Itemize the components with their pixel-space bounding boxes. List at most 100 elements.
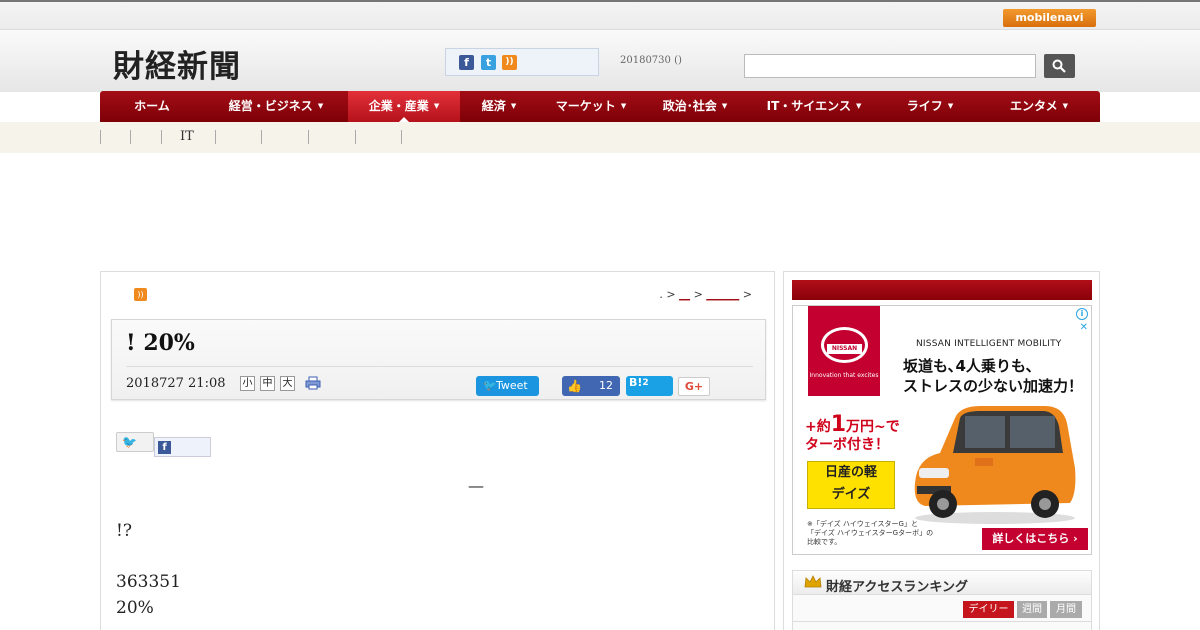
ad-price: +約1万円~で ターボ付き！ <box>805 414 900 454</box>
search-input[interactable] <box>744 54 1036 78</box>
nav-item-market[interactable]: マーケット ▼ <box>538 91 644 122</box>
article-paragraph: 20% <box>116 598 154 618</box>
caret-down-icon: ▼ <box>433 102 440 110</box>
tweet-button[interactable]: 🐦 Tweet <box>476 376 539 396</box>
facebook-icon: f <box>158 441 171 454</box>
nav-label: マーケット <box>555 99 616 113</box>
article-separator: — <box>468 476 484 495</box>
twitter-icon: 🐦 <box>483 379 497 392</box>
ad-headline: 坂道も､4人乗りも､ ストレスの少ない加速力！ <box>903 356 1083 396</box>
hatena-count: 2 <box>642 378 649 388</box>
facebook-like-button[interactable]: 👍 12 <box>562 376 620 396</box>
ad-footnote: ※「デイズ ハイウェイスターG」と 「デイズ ハイウェイスターGターボ」の 比較… <box>807 520 933 547</box>
top-strip: mobilenavi <box>0 0 1200 30</box>
nav-label: 政治･社会 <box>662 99 717 113</box>
subnav-divider <box>401 130 402 144</box>
advertisement[interactable]: NISSAN Innovation that excites i ✕ NISSA… <box>792 305 1092 555</box>
subnav-item[interactable] <box>100 130 119 144</box>
facebook-icon[interactable]: f <box>459 55 474 70</box>
article-paragraph: 363351 <box>116 572 181 592</box>
hatena-bookmark-button[interactable]: B!2 <box>626 376 673 396</box>
breadcrumb-link[interactable]: ______ <box>706 288 739 301</box>
subnav-item[interactable] <box>130 130 149 144</box>
thumbs-up-icon: 👍 <box>567 379 582 393</box>
font-size-large-button[interactable]: 大 <box>280 376 295 391</box>
nav-item-economy[interactable]: 経済 ▼ <box>460 91 538 122</box>
search-button[interactable] <box>1044 54 1075 78</box>
subnav-item[interactable] <box>308 130 327 144</box>
ad-price-text: ターボ付き！ <box>805 437 889 453</box>
tweet-label: Tweet <box>496 379 528 392</box>
ad-model-line: デイズ <box>831 487 871 502</box>
nav-item-it-science[interactable]: IT・サイエンス ▼ <box>746 91 882 122</box>
tab-monthly[interactable]: 月間 <box>1050 601 1082 618</box>
nav-item-entame[interactable]: エンタメ ▼ <box>978 91 1100 122</box>
site-logo[interactable]: 財経新聞 <box>113 41 241 86</box>
ad-brandline: NISSAN INTELLIGENT MOBILITY <box>916 339 1062 349</box>
ranking-header: 財経アクセスランキング <box>793 571 1091 595</box>
ad-price-number: 1 <box>830 412 847 437</box>
divider <box>126 366 753 367</box>
ad-slogan: Innovation that excites <box>809 372 879 379</box>
nav-label: 企業・産業 <box>368 99 429 113</box>
subnav-item[interactable] <box>261 130 280 144</box>
tab-weekly[interactable]: 週間 <box>1017 601 1047 618</box>
search-icon <box>1052 59 1066 73</box>
nav-item-life[interactable]: ライフ ▼ <box>882 91 978 122</box>
rss-icon[interactable]: )) <box>502 55 517 70</box>
like-count: 12 <box>599 379 613 392</box>
ad-brand-panel: NISSAN Innovation that excites <box>808 306 880 396</box>
caret-down-icon: ▼ <box>620 102 627 110</box>
nav-item-industry[interactable]: 企業・産業 ▼ <box>348 91 460 122</box>
ad-cta-button[interactable]: 詳しくはこちら › <box>982 528 1088 550</box>
nav-label: 経営・ビジネス <box>228 99 313 113</box>
print-icon[interactable] <box>305 376 321 390</box>
sub-nav: IT <box>0 122 1200 153</box>
rss-icon[interactable]: )) <box>134 288 147 301</box>
breadcrumb: . > __ > ______ > <box>659 288 752 301</box>
hatena-label: B! <box>629 376 643 389</box>
font-size-medium-button[interactable]: 中 <box>260 376 275 391</box>
breadcrumb-separator: > <box>693 288 703 301</box>
crown-icon <box>804 575 822 588</box>
ad-footnote-line: 「デイズ ハイウェイスターGターボ」の <box>807 529 934 537</box>
caret-down-icon: ▼ <box>855 102 862 110</box>
car-image <box>914 406 1076 524</box>
breadcrumb-link[interactable]: __ <box>679 288 690 301</box>
twitter-icon: 🐦 <box>122 435 137 449</box>
breadcrumb-separator: > <box>742 288 752 301</box>
social-links: f t )) <box>445 48 599 76</box>
sidebar: NISSAN Innovation that excites i ✕ NISSA… <box>783 271 1100 630</box>
sidebar-header-bar <box>792 280 1092 300</box>
tab-daily[interactable]: デイリー <box>963 601 1014 618</box>
nav-item-politics[interactable]: 政治･社会 ▼ <box>644 91 746 122</box>
nav-label: 経済 <box>481 99 506 113</box>
google-plus-button[interactable]: G+ <box>678 377 710 396</box>
subnav-item-it[interactable]: IT <box>161 130 194 144</box>
ad-footnote-line: ※「デイズ ハイウェイスターG」と <box>807 520 918 528</box>
ad-model-line: 日産の軽 <box>824 465 877 480</box>
divider <box>793 621 1091 622</box>
breadcrumb-text: . > <box>659 288 676 301</box>
ad-footnote-line: 比較です。 <box>807 538 842 546</box>
nav-item-business[interactable]: 経営・ビジネス ▼ <box>204 91 348 122</box>
article-title: ! 20% <box>126 330 195 356</box>
twitter-icon[interactable]: t <box>481 55 496 70</box>
ranking-title: 財経アクセスランキング <box>826 580 968 595</box>
caret-down-icon: ▼ <box>721 102 728 110</box>
main-nav: ホーム 経営・ビジネス ▼ 企業・産業 ▼ 経済 ▼ マーケット ▼ 政治･社会 ▼ IT… <box>100 91 1100 122</box>
subnav-item[interactable] <box>355 130 374 144</box>
ad-info-icon[interactable]: i <box>1076 308 1088 320</box>
ranking-box: 財経アクセスランキング デイリー 週間 月間 <box>792 570 1092 630</box>
nav-item-home[interactable]: ホーム <box>100 91 204 122</box>
subnav-item[interactable] <box>215 130 234 144</box>
ad-price-text: 万円~で <box>846 419 900 435</box>
ad-price-text: +約 <box>805 419 831 435</box>
article-main: )) . > __ > ______ > ! 20% 2018727 21:08… <box>100 271 775 630</box>
share-twitter-button[interactable]: 🐦 <box>116 432 154 452</box>
nissan-logo: NISSAN <box>821 327 868 363</box>
mobilenavi-link[interactable]: mobilenavi <box>1003 9 1096 27</box>
share-facebook-button[interactable]: f <box>154 437 211 457</box>
ad-close-icon[interactable]: ✕ <box>1080 322 1088 333</box>
font-size-small-button[interactable]: 小 <box>240 376 255 391</box>
